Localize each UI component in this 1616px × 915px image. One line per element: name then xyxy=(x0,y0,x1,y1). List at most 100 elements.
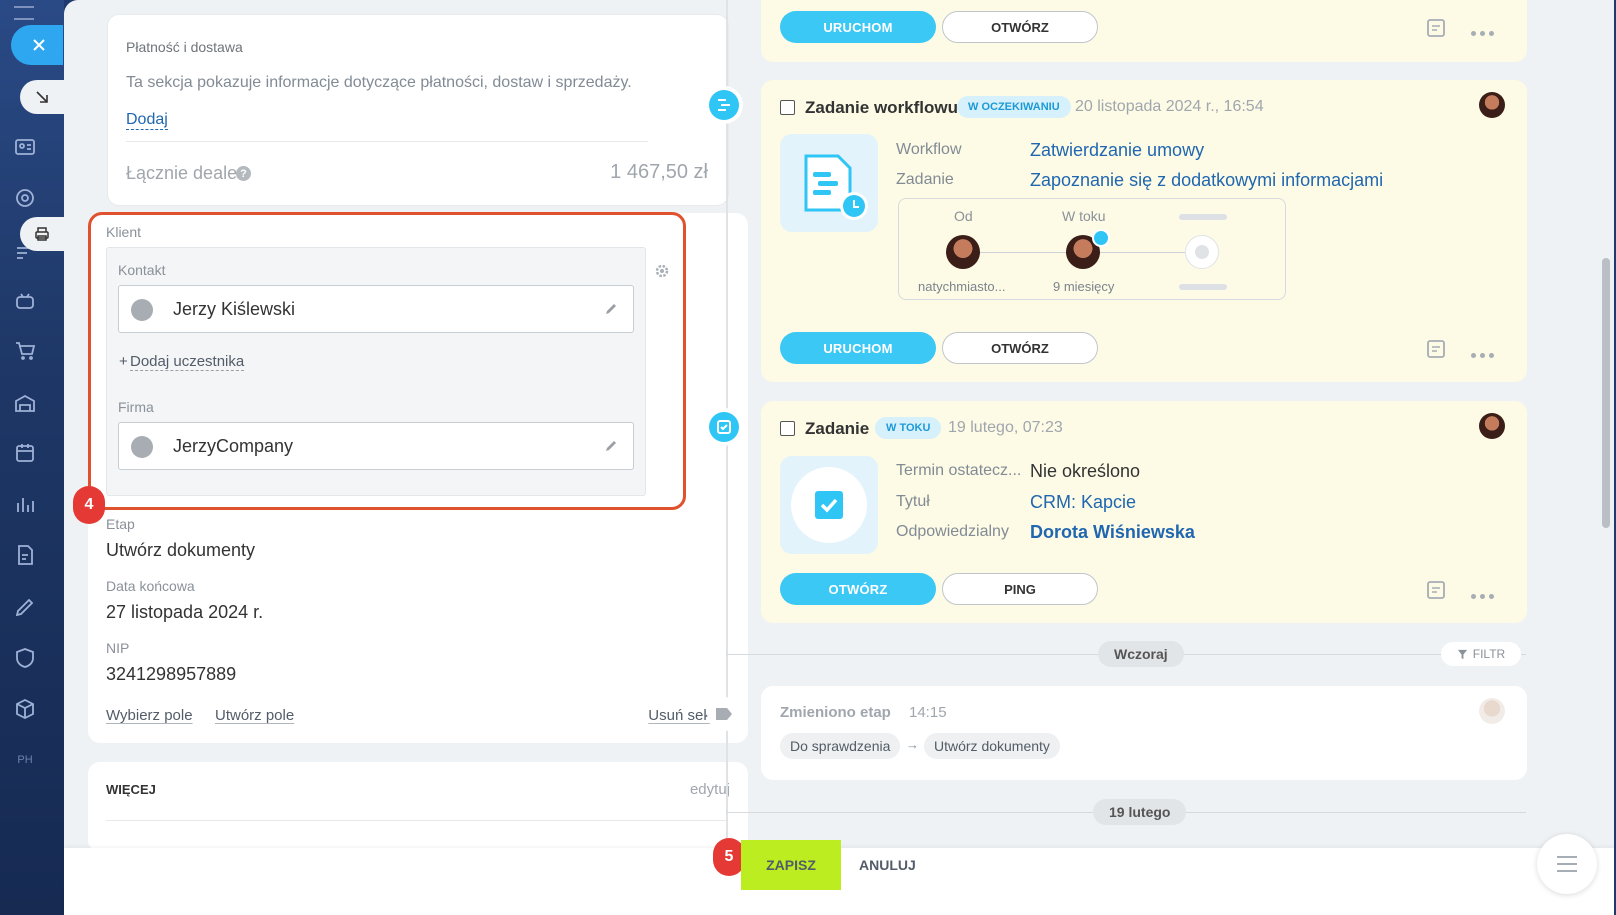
placeholder-bar xyxy=(1179,284,1227,290)
note-icon[interactable] xyxy=(1426,580,1446,600)
scrollbar-thumb[interactable] xyxy=(1602,258,1610,528)
nip-value: 3241298957889 xyxy=(106,664,237,684)
task-label: Zadanie xyxy=(896,171,954,188)
target-icon[interactable] xyxy=(12,185,38,211)
title-label: Tytuł xyxy=(896,493,930,510)
clock-icon xyxy=(1092,229,1110,247)
note-icon[interactable] xyxy=(1426,18,1446,38)
to-stage-pill: Utwórz dokumenty xyxy=(924,733,1060,759)
avatar[interactable] xyxy=(1479,698,1505,724)
add-payment-link[interactable]: Dodaj xyxy=(126,111,168,130)
title-value[interactable]: CRM: Kapcie xyxy=(1030,492,1136,513)
tag-icon xyxy=(716,708,732,720)
avatar[interactable] xyxy=(1479,92,1505,118)
task-check-icon xyxy=(717,420,731,434)
workflow-progress-box: Od W toku natychmiasto... 9 miesięcy xyxy=(898,198,1286,300)
document-icon[interactable] xyxy=(12,542,38,568)
task-open-button[interactable]: OTWÓRZ xyxy=(780,573,936,605)
run-button[interactable]: URUCHOM xyxy=(780,11,936,43)
deadline-value[interactable]: Nie określono xyxy=(1030,461,1140,482)
empty-user-icon xyxy=(1185,235,1219,269)
stage-arrow: → xyxy=(906,737,919,752)
more-icon[interactable] xyxy=(1471,23,1498,41)
menu-button[interactable] xyxy=(1537,834,1597,894)
workflow-run-button[interactable]: URUCHOM xyxy=(780,332,936,364)
enddate-value: 27 listopada 2024 r. xyxy=(106,602,264,622)
placeholder-bar xyxy=(1179,214,1227,220)
cart-icon[interactable] xyxy=(12,338,38,364)
more-title: WIĘCEJ xyxy=(106,782,156,797)
more-icon[interactable] xyxy=(1471,345,1498,363)
payment-description: Ta sekcja pokazuje informacje dotyczące … xyxy=(126,74,632,91)
from-user-name: natychmiasto... xyxy=(918,279,1006,294)
deadline-label: Termin ostatecz... xyxy=(896,462,1022,479)
print-button[interactable] xyxy=(20,217,64,251)
printer-icon xyxy=(35,227,49,241)
calendar-icon[interactable] xyxy=(12,440,38,466)
avatar[interactable] xyxy=(1479,413,1505,439)
task-card: Zadanie W TOKU 19 lutego, 07:23 Termin o… xyxy=(761,401,1527,623)
day-pill-19-lutego: 19 lutego xyxy=(1093,799,1187,825)
stage-value: Utwórz dokumenty xyxy=(106,540,256,560)
select-field-link[interactable]: Wybierz pole xyxy=(106,707,193,724)
filter-label: FILTR xyxy=(1472,647,1506,661)
duration-value: 9 miesięcy xyxy=(1053,279,1115,294)
robot-icon[interactable] xyxy=(12,288,38,314)
total-deals-value: 1 467,50 zł xyxy=(610,161,708,183)
cancel-button[interactable]: ANULUJ xyxy=(859,857,916,873)
filter-icon xyxy=(1457,649,1467,659)
workflow-icon xyxy=(718,99,730,111)
task-title: Zadanie xyxy=(805,419,870,438)
stage-change-time: 14:15 xyxy=(909,704,947,721)
minimize-button[interactable] xyxy=(20,80,64,114)
close-icon xyxy=(33,39,45,51)
nip-label: NIP xyxy=(106,640,130,656)
workflow-open-button[interactable]: OTWÓRZ xyxy=(942,332,1098,364)
more-card: WIĘCEJ edytuj xyxy=(88,762,748,852)
help-icon[interactable]: ? xyxy=(236,166,251,181)
stage-label: Etap xyxy=(106,516,135,532)
more-edit-link[interactable]: edytuj xyxy=(690,781,730,798)
workflow-timeline-icon xyxy=(705,86,743,124)
bottom-action-bar: 5 ZAPISZ ANULUJ xyxy=(64,834,1614,915)
task-checkbox[interactable] xyxy=(780,421,795,436)
yesterday-pill: Wczoraj xyxy=(1098,641,1184,667)
from-user-avatar[interactable] xyxy=(946,235,980,269)
box-icon[interactable] xyxy=(12,696,38,722)
inprogress-badge: W TOKU xyxy=(875,417,942,439)
create-field-link[interactable]: Utwórz pole xyxy=(215,707,294,724)
more-icon[interactable] xyxy=(1471,586,1498,604)
step-marker-4: 4 xyxy=(73,486,105,524)
from-stage-pill: Do sprawdzenia xyxy=(780,733,901,759)
workflow-label: Workflow xyxy=(896,141,962,158)
workflow-document-icon xyxy=(804,154,868,220)
warehouse-icon[interactable] xyxy=(12,390,38,416)
shield-icon[interactable] xyxy=(12,645,38,671)
waiting-badge: W OCZEKIWANIU xyxy=(957,96,1071,118)
task-value[interactable]: Zapoznanie się z dodatkowymi informacjam… xyxy=(1030,170,1383,191)
more-divider xyxy=(106,820,728,821)
hamburger-icon[interactable] xyxy=(14,6,34,20)
task-date: 19 lutego, 07:23 xyxy=(948,419,1063,436)
total-deals-label: Łącznie deale xyxy=(126,163,238,183)
close-button[interactable] xyxy=(11,25,63,65)
responsible-value[interactable]: Dorota Wiśniewska xyxy=(1030,522,1195,543)
from-label: Od xyxy=(954,208,973,224)
workflow-value[interactable]: Zatwierdzanie umowy xyxy=(1030,140,1204,161)
chart-icon[interactable] xyxy=(12,491,38,517)
payment-card: Płatność i dostawa Ta sekcja pokazuje in… xyxy=(107,14,729,206)
ph-icon[interactable]: PH xyxy=(12,747,38,773)
task-tile xyxy=(780,456,878,554)
contact-card-icon[interactable] xyxy=(12,134,38,160)
left-rail: PH xyxy=(0,0,64,915)
note-icon[interactable] xyxy=(1426,339,1446,359)
open-button[interactable]: OTWÓRZ xyxy=(942,11,1098,43)
workflow-checkbox[interactable] xyxy=(780,100,795,115)
pen-icon[interactable] xyxy=(12,594,38,620)
task-icon xyxy=(815,491,843,519)
filter-button[interactable]: FILTR xyxy=(1441,642,1521,666)
timeline-card-top: URUCHOM OTWÓRZ xyxy=(761,0,1527,62)
ping-button[interactable]: PING xyxy=(942,573,1098,605)
save-button[interactable]: ZAPISZ xyxy=(741,840,841,890)
workflow-title: Zadanie workflowu xyxy=(805,98,959,117)
